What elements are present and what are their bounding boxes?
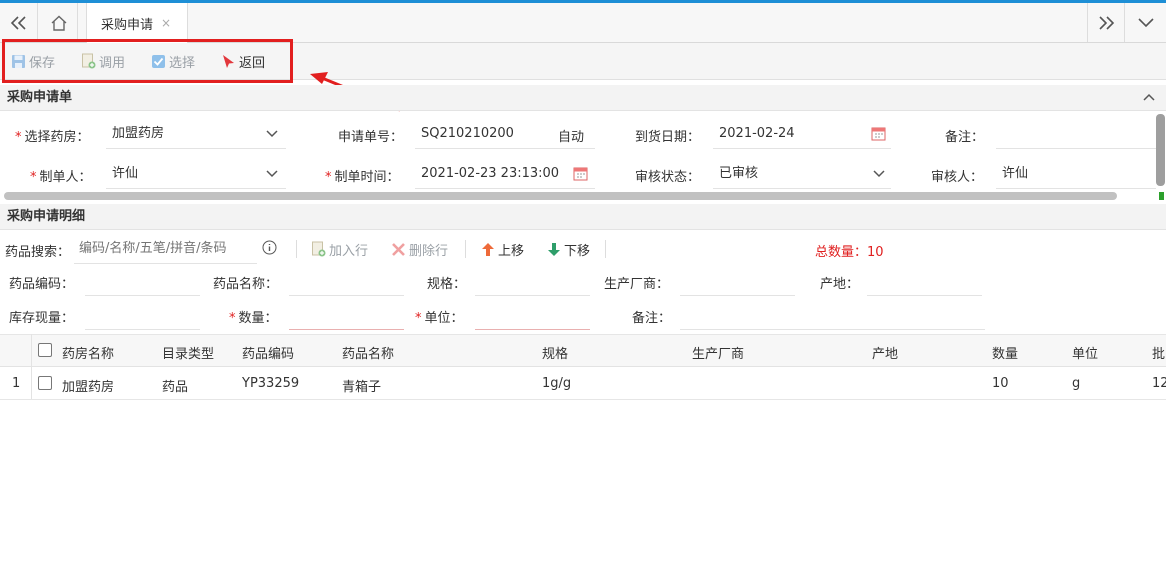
home-icon: [51, 15, 66, 31]
table-cell: 加盟药房: [62, 380, 115, 395]
tab-menu-button[interactable]: [1127, 3, 1165, 42]
drug-search-input[interactable]: [74, 234, 257, 264]
total-quantity: 总数量：10: [815, 245, 884, 260]
table-cell: 青箱子: [342, 380, 382, 395]
select-all-checkbox[interactable]: [38, 343, 52, 357]
unit-field[interactable]: [475, 300, 590, 330]
chevron-down-icon: [1138, 17, 1154, 27]
creator-label: * 制单人：: [30, 170, 92, 185]
arrow-up-icon: [482, 242, 494, 256]
double-chevron-left-icon: [10, 15, 26, 30]
remark-label: 备注：: [945, 130, 985, 145]
section-header-detail: 采购申请明细: [0, 204, 1166, 230]
divider: [605, 240, 606, 258]
stock-field[interactable]: [85, 300, 200, 330]
table-cell: g: [1072, 376, 1081, 391]
spec-field[interactable]: [475, 266, 590, 296]
pharmacy-label: * 选择药房：: [15, 130, 90, 145]
divider: [465, 240, 466, 258]
arrival-date-label: 到货日期：: [635, 130, 701, 145]
calendar-icon[interactable]: [573, 166, 588, 181]
table-cell: 10: [992, 376, 1009, 391]
chevron-down-icon[interactable]: [873, 170, 885, 178]
detail-remark-field[interactable]: [680, 300, 985, 330]
request-no-auto: 自动: [558, 130, 585, 145]
column-header[interactable]: 药品名称: [342, 343, 394, 362]
column-header[interactable]: 药品编码: [242, 343, 294, 362]
chevron-down-icon[interactable]: [266, 130, 278, 138]
column-header[interactable]: 规格: [542, 343, 568, 362]
scroll-indicator: [1159, 192, 1164, 200]
drug-name-field[interactable]: [289, 266, 404, 296]
column-header[interactable]: 药房名称: [62, 343, 114, 362]
table-cell: 药品: [162, 380, 189, 395]
scroll-tabs-left-button[interactable]: [0, 3, 38, 42]
delete-row-button[interactable]: 删除行: [391, 240, 448, 259]
manufacturer-field[interactable]: [680, 266, 795, 296]
document-add-icon: [312, 241, 326, 257]
table-cell: 1g/g: [542, 376, 572, 391]
manufacturer-label: 生产厂商：: [604, 277, 670, 292]
quantity-label: * 数量：: [229, 311, 278, 326]
column-header[interactable]: 批: [1152, 343, 1165, 362]
column-header[interactable]: 数量: [992, 343, 1018, 362]
delete-x-icon: [392, 242, 405, 256]
chevron-down-icon[interactable]: [266, 170, 278, 178]
audit-status-label: 审核状态：: [635, 170, 701, 185]
column-header[interactable]: 目录类型: [162, 343, 214, 362]
drug-code-label: 药品编码：: [9, 277, 75, 292]
request-no-label: 申请单号：: [338, 130, 404, 145]
row-index: 1: [12, 376, 21, 391]
tab-label: 采购申请: [101, 17, 154, 33]
row-checkbox[interactable]: [38, 376, 52, 390]
tab-purchase-request[interactable]: 采购申请 ×: [86, 3, 188, 43]
detail-remark-label: 备注：: [632, 311, 672, 326]
auditor-label: 审核人：: [931, 170, 984, 185]
create-time-field[interactable]: 2021-02-23 23:13:00: [415, 159, 595, 189]
origin-field[interactable]: [867, 266, 982, 296]
column-header[interactable]: 产地: [872, 343, 898, 362]
move-down-button[interactable]: 下移: [547, 240, 590, 259]
column-header[interactable]: 单位: [1072, 343, 1098, 362]
unit-label: * 单位：: [415, 311, 464, 326]
creator-select[interactable]: 许仙: [106, 159, 286, 189]
column-header[interactable]: 生产厂商: [692, 343, 744, 362]
vertical-scrollbar[interactable]: [1156, 114, 1165, 186]
drug-name-label: 药品名称：: [213, 277, 279, 292]
horizontal-scrollbar[interactable]: [4, 192, 1117, 200]
collapse-chevron-up-icon[interactable]: [1143, 93, 1155, 101]
arrival-date-field[interactable]: 2021-02-24: [713, 119, 891, 149]
spec-label: 规格：: [427, 277, 467, 292]
add-row-button[interactable]: 加入行: [311, 240, 368, 259]
home-button[interactable]: [40, 3, 78, 42]
scroll-tabs-right-button[interactable]: [1087, 3, 1125, 42]
table-cell: YP33259: [242, 376, 300, 391]
section-header-request: 采购申请单: [0, 85, 1166, 111]
stock-label: 库存现量：: [9, 311, 75, 326]
origin-label: 产地：: [820, 277, 860, 292]
drug-code-field[interactable]: [85, 266, 200, 296]
close-icon[interactable]: ×: [161, 16, 171, 30]
auditor-field[interactable]: 许仙: [996, 159, 1156, 189]
section-title: 采购申请明细: [7, 209, 86, 224]
remark-field[interactable]: [996, 119, 1156, 149]
audit-status-select[interactable]: 已审核: [713, 159, 891, 189]
arrow-down-icon: [548, 242, 560, 256]
calendar-icon[interactable]: [871, 126, 886, 141]
double-chevron-right-icon: [1099, 15, 1115, 30]
drug-search-label: 药品搜索：: [5, 245, 71, 260]
create-time-label: * 制单时间：: [325, 170, 400, 185]
pharmacy-select[interactable]: 加盟药房: [106, 119, 286, 149]
table-cell: 12: [1152, 376, 1166, 391]
section-title: 采购申请单: [7, 90, 73, 105]
annotation-highlight-box: [2, 39, 293, 83]
divider: [296, 240, 297, 258]
move-up-button[interactable]: 上移: [481, 240, 524, 259]
quantity-field[interactable]: [289, 300, 404, 330]
info-icon[interactable]: [262, 240, 277, 255]
